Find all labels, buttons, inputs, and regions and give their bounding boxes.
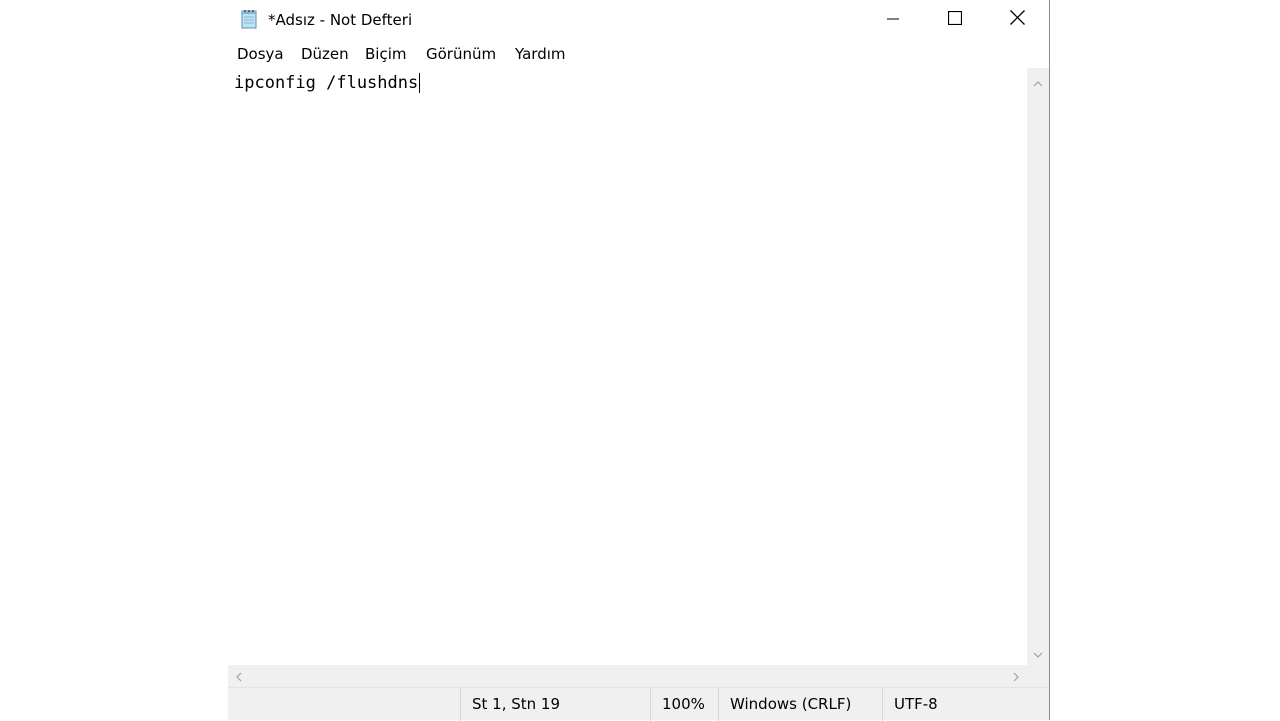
menu-yardim[interactable]: Yardım: [513, 45, 568, 63]
vertical-scrollbar[interactable]: [1027, 68, 1049, 665]
maximize-button[interactable]: [924, 0, 986, 38]
maximize-icon: [947, 10, 963, 29]
text-editor-area[interactable]: ipconfig /flushdns: [228, 68, 1027, 665]
status-bar: St 1, Stn 19 100% Windows (CRLF) UTF-8: [228, 687, 1049, 721]
minimize-icon: [887, 10, 899, 29]
chevron-left-icon: [236, 667, 242, 686]
scrollbar-corner: [1027, 665, 1049, 687]
menu-duzen[interactable]: Düzen: [299, 45, 351, 63]
close-button[interactable]: [986, 0, 1048, 38]
status-encoding: UTF-8: [882, 688, 1049, 721]
scroll-right-button[interactable]: [1005, 665, 1027, 687]
chevron-down-icon: [1033, 643, 1043, 662]
chevron-up-icon: [1033, 72, 1043, 91]
scroll-left-button[interactable]: [228, 665, 250, 687]
menu-gorunum[interactable]: Görünüm: [424, 45, 498, 63]
status-zoom: 100%: [650, 688, 718, 721]
editor-line[interactable]: ipconfig /flushdns: [234, 72, 421, 94]
window-title: *Adsız - Not Defteri: [268, 11, 413, 29]
menu-bicim[interactable]: Biçim: [363, 45, 408, 63]
scroll-down-button[interactable]: [1027, 641, 1049, 663]
horizontal-scrollbar[interactable]: [228, 665, 1027, 687]
text-caret: [419, 73, 421, 93]
close-icon: [1009, 9, 1025, 29]
status-cursor-position: St 1, Stn 19: [460, 688, 650, 721]
notepad-icon: [240, 9, 258, 29]
editor-content: ipconfig /flushdns: [234, 73, 419, 93]
menu-dosya[interactable]: Dosya: [235, 45, 286, 63]
chevron-right-icon: [1013, 667, 1019, 686]
scroll-up-button[interactable]: [1027, 70, 1049, 92]
notepad-window: *Adsız - Not Defteri Dosya Düzen Biçim G…: [228, 0, 1050, 721]
status-line-ending: Windows (CRLF): [718, 688, 882, 721]
menu-bar: Dosya Düzen Biçim Görünüm Yardım: [228, 40, 1049, 68]
title-bar[interactable]: *Adsız - Not Defteri: [228, 0, 1049, 40]
minimize-button[interactable]: [862, 0, 924, 38]
